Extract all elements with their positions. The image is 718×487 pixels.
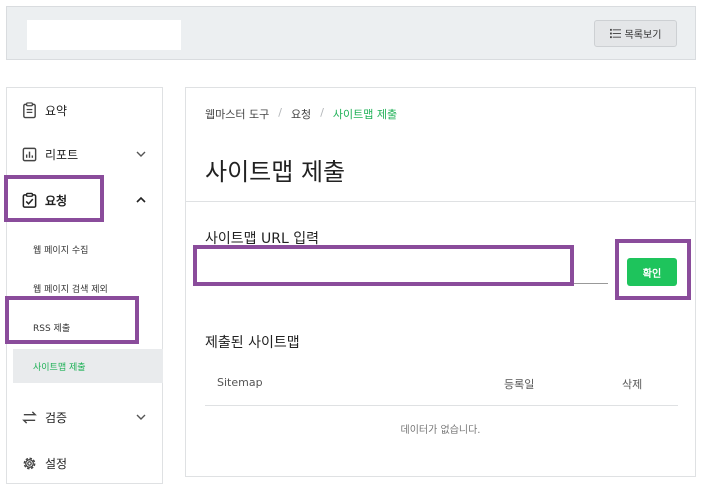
breadcrumb-current: 사이트맵 제출 <box>332 108 398 121</box>
sidebar: 요약 리포트 요청 웹 페이지 수집 웹 페이지 검색 제외 RSS 제출 사이… <box>6 87 163 484</box>
document-icon <box>23 101 36 118</box>
list-icon <box>609 28 621 39</box>
gear-icon <box>23 457 36 469</box>
site-selector[interactable] <box>27 20 181 50</box>
sidebar-item-request[interactable]: 요청 <box>7 180 162 220</box>
breadcrumb: 웹마스터 도구 / 요청 / 사이트맵 제출 <box>205 106 397 122</box>
sidebar-item-label: 요약 <box>45 103 68 118</box>
sidebar-subitem-label: 웹 페이지 수집 <box>33 245 89 256</box>
list-view-button[interactable]: 목록보기 <box>594 20 677 47</box>
sidebar-item-label: 검증 <box>45 410 68 425</box>
sidebar-subitem-label: 사이트맵 제출 <box>33 362 86 373</box>
sidebar-subitem-page-exclude[interactable]: 웹 페이지 검색 제외 <box>7 271 162 305</box>
sidebar-item-summary[interactable]: 요약 <box>7 90 162 130</box>
confirm-button[interactable]: 확인 <box>627 258 677 286</box>
sitemap-url-input[interactable] <box>197 248 608 284</box>
breadcrumb-separator: / <box>278 106 282 119</box>
checkbox-icon <box>22 192 37 208</box>
list-view-label: 목록보기 <box>624 30 662 41</box>
sidebar-item-label: 요청 <box>45 193 68 208</box>
sidebar-subitem-label: 웹 페이지 검색 제외 <box>33 284 108 295</box>
sitemap-url-label: 사이트맵 URL 입력 <box>205 231 319 247</box>
column-header-date: 등록일 <box>504 378 535 391</box>
divider <box>186 201 695 202</box>
table-divider <box>205 405 678 406</box>
sidebar-item-label: 리포트 <box>45 147 79 162</box>
sidebar-item-label: 설정 <box>45 456 68 471</box>
empty-table-message: 데이터가 없습니다. <box>400 425 481 436</box>
submitted-sitemaps-title: 제출된 사이트맵 <box>205 335 300 351</box>
chart-icon <box>22 147 37 161</box>
chevron-up-icon[interactable] <box>135 194 147 206</box>
sidebar-subitem-sitemap-submit[interactable]: 사이트맵 제출 <box>13 349 163 383</box>
breadcrumb-separator: / <box>320 106 324 119</box>
column-header-delete: 삭제 <box>622 378 643 391</box>
swap-icon <box>22 410 37 424</box>
sidebar-item-verify[interactable]: 검증 <box>7 397 162 437</box>
breadcrumb-item[interactable]: 요청 <box>291 106 311 122</box>
sidebar-subitem-label: RSS 제출 <box>33 323 71 334</box>
column-header-sitemap: Sitemap <box>217 376 263 389</box>
sidebar-subitem-rss-submit[interactable]: RSS 제출 <box>7 310 162 344</box>
main-panel: 웹마스터 도구 / 요청 / 사이트맵 제출 사이트맵 제출 사이트맵 URL … <box>185 87 696 477</box>
sidebar-subitem-page-crawl[interactable]: 웹 페이지 수집 <box>7 232 162 266</box>
top-header: 목록보기 <box>6 6 696 60</box>
page-title: 사이트맵 제출 <box>205 158 346 186</box>
sidebar-item-report[interactable]: 리포트 <box>7 134 162 174</box>
chevron-down-icon[interactable] <box>135 148 147 160</box>
breadcrumb-item[interactable]: 웹마스터 도구 <box>205 106 269 122</box>
chevron-down-icon[interactable] <box>135 411 147 423</box>
sidebar-item-settings[interactable]: 설정 <box>7 443 162 483</box>
